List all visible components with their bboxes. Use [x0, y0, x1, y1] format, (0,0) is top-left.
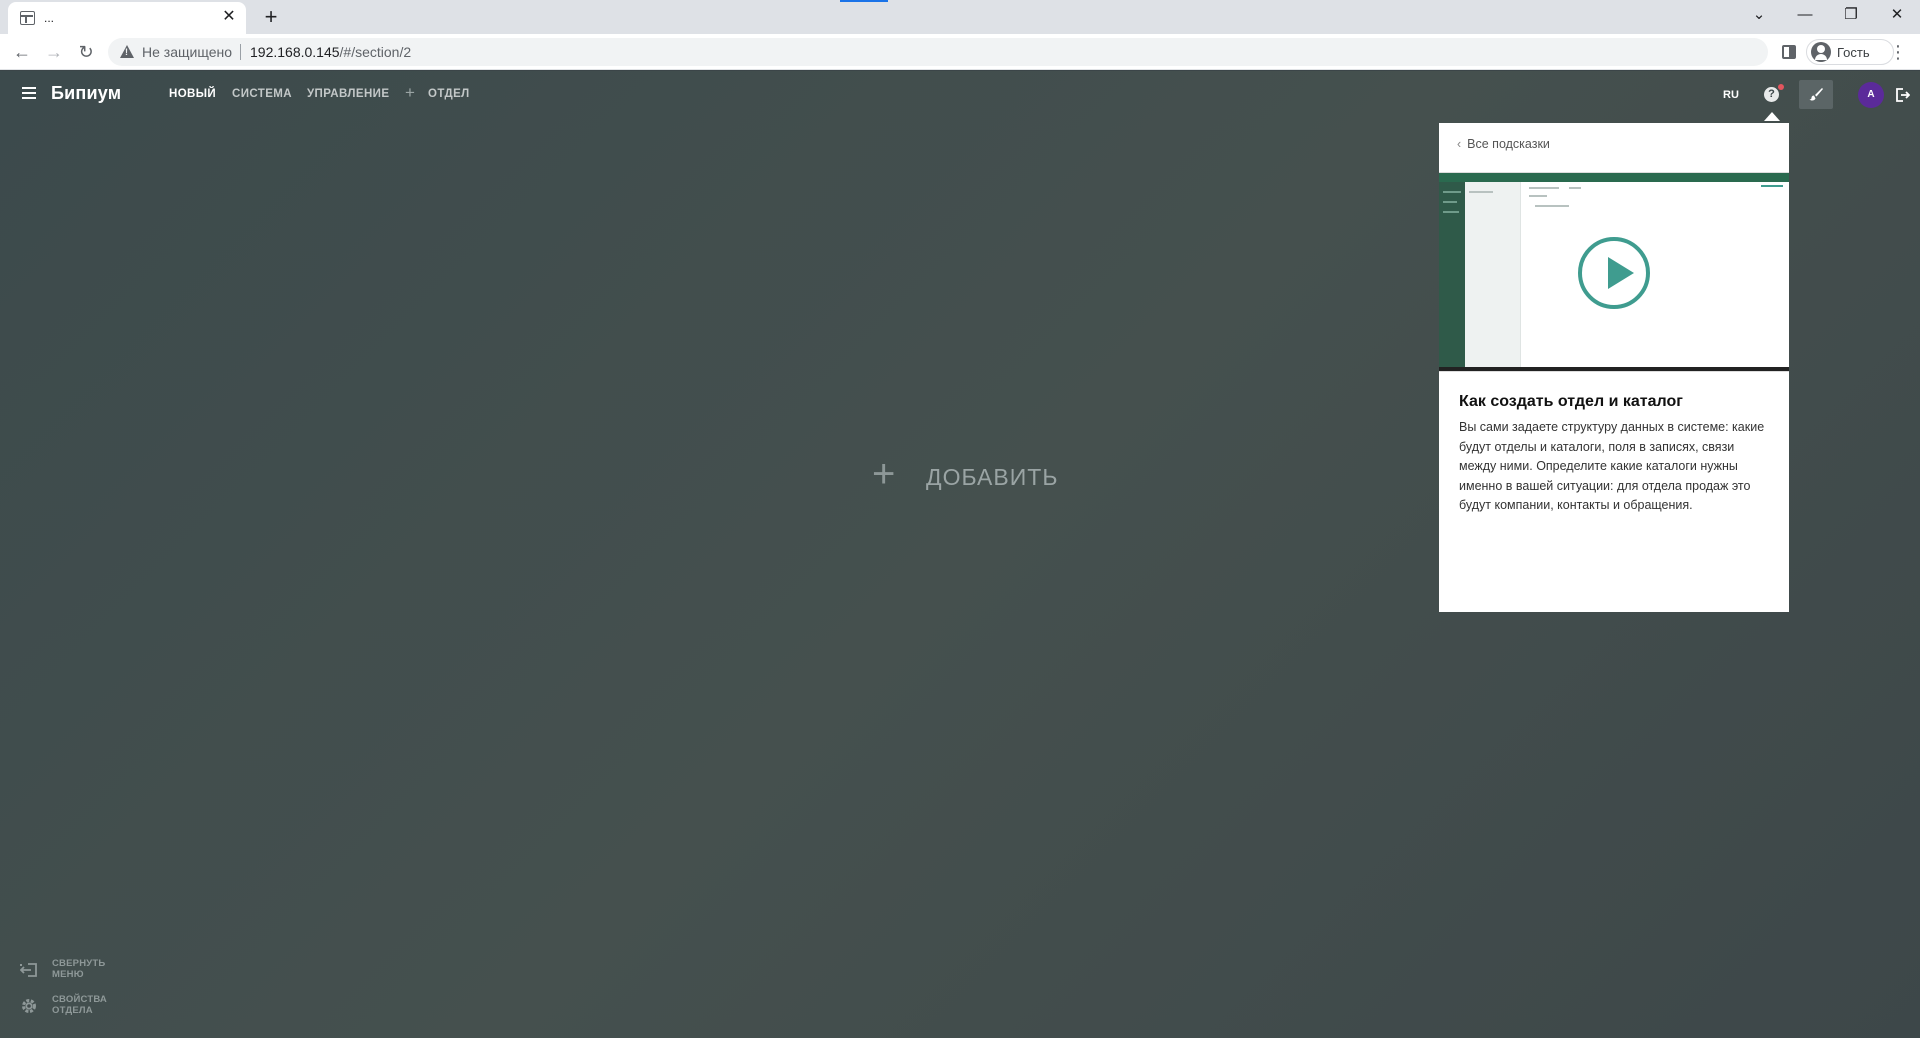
menu-item-new[interactable]: Новый [169, 88, 216, 100]
help-icon[interactable]: ? [1764, 87, 1779, 102]
video-preview-line [1443, 191, 1461, 193]
add-plus-icon: + [872, 452, 896, 496]
warning-icon [120, 45, 134, 58]
video-preview-line [1443, 201, 1457, 203]
hamburger-menu-icon[interactable] [22, 87, 36, 99]
tab-search-chevron-icon[interactable]: ⌄ [1736, 0, 1782, 30]
menu-item-system[interactable]: Система [232, 88, 292, 100]
department-properties-button[interactable]: Свойства отдела [18, 993, 118, 1019]
gear-icon [22, 999, 36, 1013]
video-preview-line [1761, 185, 1783, 187]
side-panel-icon[interactable] [1782, 45, 1796, 59]
chevron-left-icon: ‹ [1457, 137, 1462, 151]
hint-text: Вы сами задаете структуру данных в систе… [1459, 420, 1765, 512]
hint-title: Как создать отдел и каталог [1459, 393, 1683, 410]
brush-icon [1809, 88, 1823, 101]
app-root: Бипиум Новый Система Управление + Отдел … [0, 71, 1920, 1038]
tab-title: ... [44, 11, 55, 25]
hint-pointer [1764, 112, 1780, 121]
hint-panel: ‹ Все подсказки Как создать отдел и катал… [1439, 123, 1789, 612]
app-header: Бипиум Новый Система Управление + Отдел … [0, 71, 1920, 121]
menu-item-management[interactable]: Управление [307, 88, 389, 100]
collapse-menu-label: Свернуть меню [52, 958, 106, 980]
play-button[interactable] [1578, 237, 1650, 309]
browser-tab[interactable]: ... ✕ [8, 2, 246, 34]
restore-button[interactable]: ❐ [1828, 0, 1874, 30]
play-icon [1608, 257, 1634, 289]
video-preview-line [1529, 195, 1547, 197]
video-preview-line [1469, 191, 1493, 193]
video-progress-bar [1439, 367, 1789, 371]
add-label: ДОБАВИТЬ [926, 464, 1059, 490]
page-icon [20, 11, 35, 25]
profile-name: Гость [1837, 45, 1870, 60]
app-logo[interactable]: Бипиум [51, 83, 121, 104]
reload-icon[interactable]: ↻ [72, 38, 100, 66]
security-status[interactable]: Не защищено [142, 44, 232, 60]
browser-toolbar: ← → ↻ Не защищено 192.168.0.145/#/sectio… [0, 34, 1920, 70]
new-tab-button[interactable]: + [258, 4, 284, 30]
collapse-menu-icon [20, 963, 37, 977]
profile-button[interactable]: Гость [1806, 39, 1894, 65]
video-preview-list [1465, 182, 1521, 371]
video-preview-line [1569, 187, 1581, 189]
profile-avatar-icon [1811, 42, 1831, 62]
browser-tabstrip: ... ✕ + ⌄ — ❐ ✕ [0, 0, 1920, 34]
user-avatar[interactable]: A [1858, 82, 1884, 108]
language-switch[interactable]: RU [1723, 89, 1739, 101]
tab-close-icon[interactable]: ✕ [220, 8, 238, 26]
address-separator [240, 44, 241, 60]
close-window-button[interactable]: ✕ [1874, 0, 1920, 30]
video-preview-line [1535, 205, 1569, 207]
address-bar[interactable]: Не защищено 192.168.0.145/#/section/2 [108, 38, 1768, 66]
minimize-button[interactable]: — [1782, 0, 1828, 30]
logout-icon[interactable] [1894, 87, 1910, 103]
forward-arrow-icon[interactable]: → [40, 38, 68, 66]
video-preview-line [1529, 187, 1559, 189]
url-text[interactable]: 192.168.0.145/#/section/2 [250, 44, 411, 60]
menu-item-add-department[interactable]: Отдел [428, 88, 470, 100]
plus-icon[interactable]: + [405, 83, 415, 103]
all-hints-link[interactable]: ‹ Все подсказки [1457, 137, 1550, 151]
notification-dot [1778, 84, 1784, 90]
department-properties-label: Свойства отдела [52, 994, 107, 1016]
browser-menu-icon[interactable]: ⋮ [1888, 40, 1908, 64]
collapse-menu-button[interactable]: Свернуть меню [18, 957, 118, 983]
video-preview-topbar [1439, 173, 1789, 182]
tab-search-indicator [840, 0, 888, 2]
hint-video-thumbnail[interactable] [1439, 172, 1789, 372]
video-preview-line [1443, 211, 1459, 213]
design-button[interactable] [1799, 80, 1833, 109]
back-arrow-icon[interactable]: ← [8, 38, 36, 66]
